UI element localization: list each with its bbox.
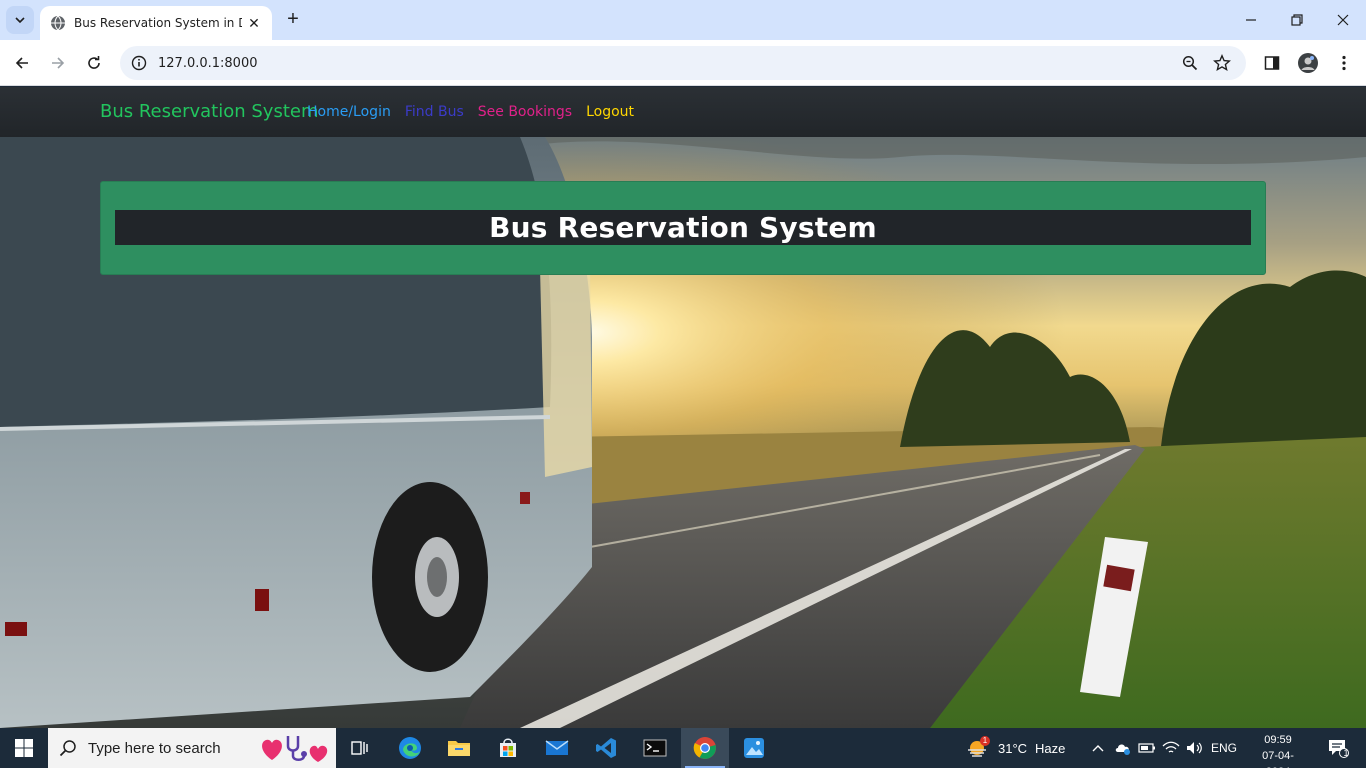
- task-view-icon: [351, 741, 368, 755]
- notification-center-button[interactable]: 1: [1318, 728, 1358, 768]
- browser-toolbar: 127.0.0.1:8000: [0, 40, 1366, 86]
- show-hidden-icons-button[interactable]: [1088, 728, 1108, 768]
- browser-menu-button[interactable]: [1329, 48, 1359, 78]
- avatar-icon: [1298, 53, 1318, 73]
- nav-link-see-bookings[interactable]: See Bookings: [478, 104, 572, 120]
- taskbar-terminal[interactable]: [631, 728, 679, 768]
- terminal-icon: [643, 739, 667, 757]
- onedrive-tray[interactable]: [1112, 728, 1134, 768]
- taskbar-photos[interactable]: [730, 728, 778, 768]
- site-navbar: Bus Reservation System Home/Login Find B…: [0, 87, 1366, 137]
- cloud-sync-icon: [1115, 744, 1130, 755]
- hero-heading-bar: Bus Reservation System: [115, 210, 1251, 245]
- reload-button[interactable]: [79, 48, 109, 78]
- kebab-menu-icon: [1342, 55, 1346, 71]
- arrow-right-icon: [52, 57, 65, 69]
- taskbar-edge[interactable]: [386, 728, 434, 768]
- zoom-icon[interactable]: [1180, 53, 1200, 73]
- tab-strip: Bus Reservation System in Djan ✕ +: [0, 0, 1366, 40]
- close-icon: [1337, 14, 1349, 26]
- taskbar-search-placeholder[interactable]: Type here to search: [88, 740, 221, 757]
- arrow-left-icon: [15, 57, 28, 69]
- minimize-icon: [1246, 19, 1256, 21]
- browser-tab[interactable]: Bus Reservation System in Djan ✕: [40, 6, 272, 40]
- language-indicator[interactable]: ENG: [1208, 728, 1240, 768]
- photos-icon: [744, 738, 764, 758]
- taskbar-mail[interactable]: [533, 728, 581, 768]
- reload-icon: [88, 56, 100, 69]
- edge-icon: [399, 737, 421, 759]
- bookmark-star-icon[interactable]: [1212, 53, 1232, 73]
- notification-count-badge: 1: [1343, 748, 1349, 758]
- nav-link-find-bus[interactable]: Find Bus: [405, 104, 464, 120]
- hero-banner: Bus Reservation System: [100, 181, 1266, 275]
- address-bar[interactable]: 127.0.0.1:8000: [120, 46, 1246, 80]
- mail-icon: [545, 740, 569, 755]
- vscode-icon: [596, 738, 616, 758]
- store-icon: [500, 738, 516, 757]
- battery-icon: [1138, 743, 1155, 753]
- new-tab-button[interactable]: +: [282, 8, 304, 32]
- chevron-up-icon: [1092, 745, 1104, 752]
- back-button[interactable]: [7, 48, 37, 78]
- windows-taskbar: Type here to search 1 31°C Haze ENG 09:5…: [0, 728, 1366, 768]
- task-view-button[interactable]: [336, 728, 384, 768]
- minimize-button[interactable]: [1228, 0, 1274, 40]
- start-button[interactable]: [0, 728, 48, 768]
- folder-icon: [448, 741, 470, 756]
- tab-close-icon[interactable]: ✕: [246, 15, 262, 32]
- restore-icon: [1291, 14, 1303, 26]
- weather-condition: Haze: [1035, 740, 1066, 756]
- restore-button[interactable]: [1274, 0, 1320, 40]
- search-highlight-hearts-icon[interactable]: [258, 732, 332, 764]
- hero-heading: Bus Reservation System: [489, 211, 877, 244]
- taskbar-file-explorer[interactable]: [435, 728, 483, 768]
- wifi-tray[interactable]: [1160, 728, 1182, 768]
- tab-search-button[interactable]: [6, 6, 34, 34]
- taskbar-store[interactable]: [484, 728, 532, 768]
- weather-alert-badge: 1: [982, 736, 988, 745]
- taskbar-vscode[interactable]: [582, 728, 630, 768]
- side-panel-button[interactable]: [1257, 48, 1287, 78]
- clock-date: 07-04-2024: [1262, 750, 1294, 768]
- chevron-down-icon: [15, 17, 25, 24]
- side-panel-icon: [1264, 56, 1280, 70]
- site-info-icon[interactable]: [122, 46, 156, 80]
- tab-title: Bus Reservation System in Djan: [74, 16, 242, 30]
- volume-tray[interactable]: [1184, 728, 1206, 768]
- globe-icon: [50, 15, 66, 31]
- chrome-icon: [693, 737, 716, 759]
- nav-link-logout[interactable]: Logout: [586, 104, 634, 120]
- speaker-icon: [1187, 742, 1202, 754]
- navbar-links: Home/Login Find Bus See Bookings Logout: [307, 104, 634, 120]
- taskbar-search[interactable]: Type here to search: [48, 728, 336, 768]
- search-icon: [48, 739, 88, 757]
- taskbar-chrome[interactable]: [681, 728, 729, 768]
- forward-button[interactable]: [43, 48, 73, 78]
- profile-avatar[interactable]: [1293, 48, 1323, 78]
- battery-tray[interactable]: [1136, 728, 1158, 768]
- weather-temperature: 31°C: [998, 740, 1028, 756]
- navbar-brand[interactable]: Bus Reservation System: [100, 101, 319, 122]
- nav-link-home-login[interactable]: Home/Login: [307, 104, 391, 120]
- weather-widget[interactable]: 1 31°C Haze: [966, 728, 1065, 768]
- haze-weather-icon: [968, 736, 990, 757]
- url-text[interactable]: 127.0.0.1:8000: [158, 56, 258, 71]
- clock-time: 09:59: [1264, 734, 1292, 746]
- page-viewport: Bus Reservation System Home/Login Find B…: [0, 87, 1366, 728]
- windows-logo-icon: [15, 739, 33, 757]
- taskbar-clock[interactable]: 09:59 07-04-2024: [1250, 732, 1306, 768]
- wifi-icon: [1162, 741, 1180, 753]
- close-window-button[interactable]: [1320, 0, 1366, 40]
